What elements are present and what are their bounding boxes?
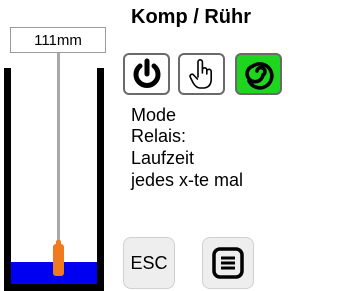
swirl-icon	[244, 62, 274, 90]
menu-icon	[212, 247, 244, 279]
esc-button[interactable]: ESC	[123, 237, 175, 289]
manual-mode-button[interactable]	[178, 53, 225, 95]
tank-gauge: 111mm	[0, 0, 110, 291]
tank-wall-left	[4, 68, 11, 290]
auto-mode-button[interactable]	[235, 53, 282, 95]
page-title: Komp / Rühr	[131, 6, 251, 28]
tank-wall-bottom	[4, 284, 104, 291]
laufzeit-label: Laufzeit	[131, 148, 195, 168]
menu-button[interactable]	[202, 237, 254, 289]
power-mode-button[interactable]	[123, 53, 170, 95]
power-icon	[133, 58, 160, 88]
level-float	[53, 244, 64, 276]
interval-label: jedes x-te mal	[131, 170, 244, 190]
relais-label: Relais:	[131, 126, 187, 146]
tank-wall-right	[97, 68, 104, 290]
level-readout: 111mm	[10, 27, 106, 53]
hand-pointer-icon	[188, 59, 212, 89]
esc-label: ESC	[130, 252, 168, 273]
level-probe-rod	[57, 46, 60, 244]
mode-label: Mode	[131, 105, 177, 125]
